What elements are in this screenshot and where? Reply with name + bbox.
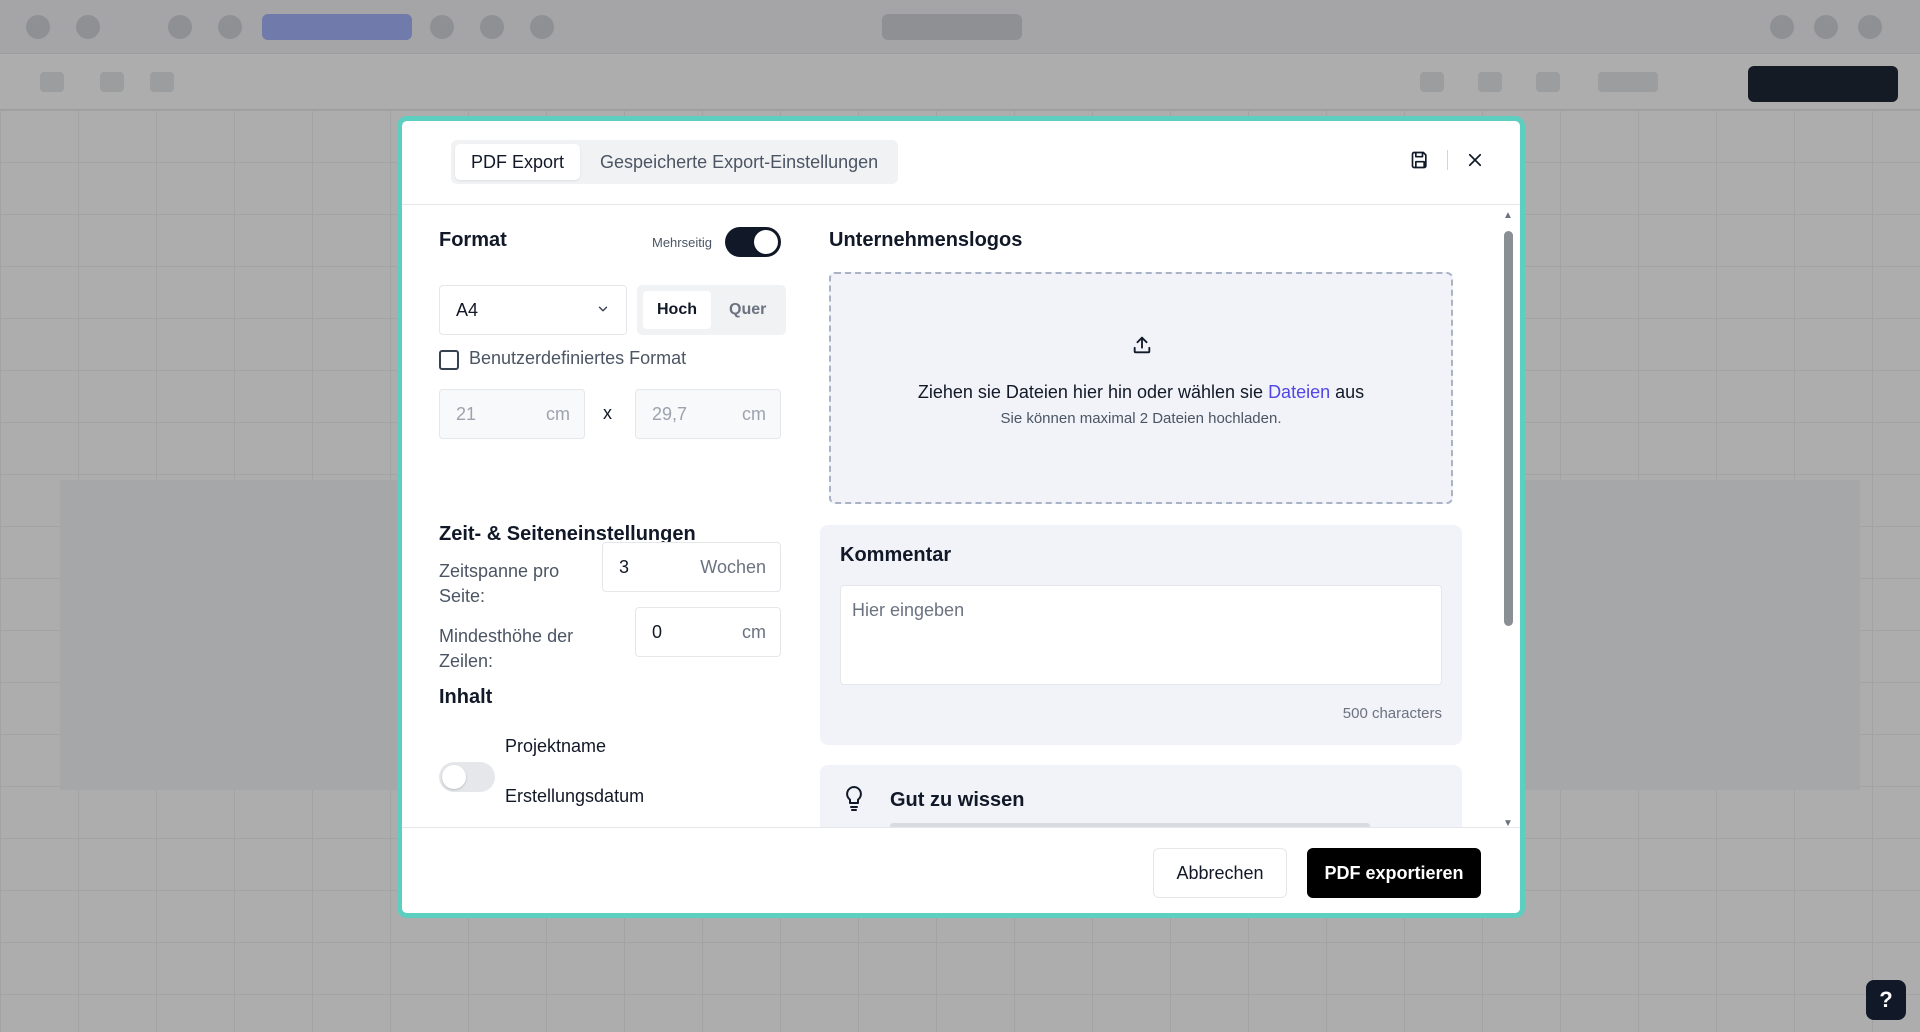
multipage-toggle[interactable] xyxy=(725,227,781,257)
time-span-value: 3 xyxy=(619,556,630,577)
header-actions xyxy=(1407,147,1488,173)
scroll-up-arrow-icon[interactable]: ▲ xyxy=(1502,209,1514,221)
pdf-export-dialog: PDF Export Gespeicherte Export-Einstellu… xyxy=(397,116,1525,918)
tip-card: Gut zu wissen xyxy=(820,765,1462,832)
dropzone-text-after: aus xyxy=(1330,382,1365,402)
row-height-value: 0 xyxy=(652,621,663,642)
custom-height-value: 29,7 xyxy=(652,403,688,424)
help-button[interactable]: ? xyxy=(1866,980,1906,1020)
time-span-unit: Wochen xyxy=(700,556,766,577)
tip-title: Gut zu wissen xyxy=(890,789,1025,811)
project-name-toggle[interactable] xyxy=(439,762,495,792)
logo-dropzone[interactable]: Ziehen sie Dateien hier hin oder wählen … xyxy=(829,272,1453,504)
dropzone-instructions: Ziehen sie Dateien hier hin oder wählen … xyxy=(831,382,1451,403)
scrollbar-thumb[interactable] xyxy=(1504,231,1513,626)
time-span-label: Zeitspanne pro Seite: xyxy=(439,559,559,609)
custom-height-input[interactable]: 29,7 cm xyxy=(635,389,781,439)
cancel-button[interactable]: Abbrechen xyxy=(1153,848,1287,898)
lightbulb-icon xyxy=(842,785,866,813)
row-height-label: Mindesthöhe der Zeilen: xyxy=(439,624,573,674)
dialog-body: Format Mehrseitig A4 Hoch Quer Benutzerd… xyxy=(402,205,1520,832)
comment-char-limit: 500 characters xyxy=(1342,705,1442,722)
custom-format-label: Benutzerdefiniertes Format xyxy=(469,348,687,368)
row-height-input[interactable]: 0 cm xyxy=(635,607,781,657)
dialog-footer: Abbrechen PDF exportieren xyxy=(402,827,1520,913)
dialog-scrollbar[interactable]: ▲ ▼ xyxy=(1502,209,1514,829)
time-span-input[interactable]: 3 Wochen xyxy=(602,542,781,592)
dropzone-limit-hint: Sie können maximal 2 Dateien hochladen. xyxy=(1000,410,1282,427)
toggle-knob xyxy=(754,230,778,254)
tab-saved-export-settings[interactable]: Gespeicherte Export-Einstellungen xyxy=(584,144,894,180)
row-height-label-line: Mindesthöhe der xyxy=(439,626,574,646)
time-span-label-line: Seite: xyxy=(439,586,486,606)
comment-placeholder: Hier eingeben xyxy=(852,600,965,620)
dialog-header: PDF Export Gespeicherte Export-Einstellu… xyxy=(402,121,1520,205)
custom-height-unit: cm xyxy=(742,403,766,424)
custom-width-value: 21 xyxy=(456,403,477,424)
paper-size-value: A4 xyxy=(456,299,479,320)
export-pdf-button[interactable]: PDF exportieren xyxy=(1307,848,1481,898)
custom-format-checkbox[interactable] xyxy=(439,350,459,370)
dialog-tabs: PDF Export Gespeicherte Export-Einstellu… xyxy=(451,140,899,184)
multipage-label: Mehrseitig xyxy=(652,235,712,250)
format-title: Format xyxy=(439,229,507,251)
header-divider xyxy=(1447,150,1448,170)
choose-files-link[interactable]: Dateien xyxy=(1268,382,1330,402)
orientation-toggle: Hoch Quer xyxy=(637,285,787,335)
row-height-unit: cm xyxy=(742,621,766,642)
upload-icon xyxy=(1131,334,1155,358)
chevron-down-icon xyxy=(596,300,610,321)
toggle-knob xyxy=(442,765,466,789)
help-button-label: ? xyxy=(1879,987,1893,1012)
orientation-portrait[interactable]: Hoch xyxy=(643,291,711,329)
tab-pdf-export[interactable]: PDF Export xyxy=(455,144,581,180)
save-icon[interactable] xyxy=(1407,147,1433,173)
orientation-landscape[interactable]: Quer xyxy=(715,291,780,329)
company-logos-title: Unternehmenslogos xyxy=(829,229,1023,251)
comment-card: Kommentar Hier eingeben 500 characters xyxy=(820,525,1462,745)
dimension-separator: x xyxy=(603,403,612,423)
custom-width-input[interactable]: 21 cm xyxy=(439,389,585,439)
content-title: Inhalt xyxy=(439,686,493,708)
creation-date-label: Erstellungsdatum xyxy=(505,786,645,806)
project-name-label: Projektname xyxy=(505,736,607,756)
custom-width-unit: cm xyxy=(546,403,570,424)
settings-column: Format Mehrseitig A4 Hoch Quer Benutzerd… xyxy=(439,205,787,806)
comment-title: Kommentar xyxy=(840,544,952,566)
comment-textarea[interactable]: Hier eingeben xyxy=(840,585,1442,685)
dropzone-text-before: Ziehen sie Dateien hier hin oder wählen … xyxy=(917,382,1269,402)
time-span-label-line: Zeitspanne pro xyxy=(439,561,560,581)
row-height-label-line: Zeilen: xyxy=(439,651,494,671)
paper-size-select[interactable]: A4 xyxy=(439,285,627,335)
close-icon[interactable] xyxy=(1462,147,1488,173)
